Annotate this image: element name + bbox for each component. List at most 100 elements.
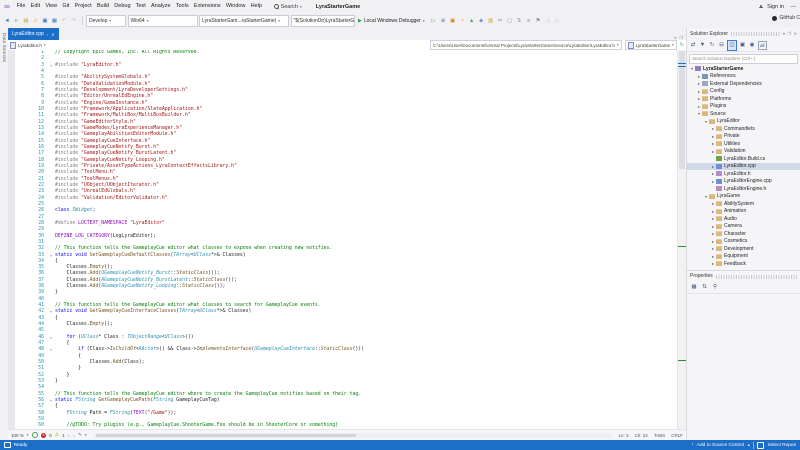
tree-item-plugins[interactable]: ▸Plugins: [687, 103, 800, 111]
tree-item-lyragame[interactable]: ▾LyraGame: [687, 193, 800, 201]
cut-icon[interactable]: ✂: [496, 16, 504, 25]
tree-item-platforms[interactable]: ▸Platforms: [687, 95, 800, 103]
menu-test[interactable]: Test: [133, 0, 148, 13]
tree-item-lyraeditor-h[interactable]: ▸LyraEditor.h: [687, 170, 800, 178]
debug-arguments-combo[interactable]: "$(SolutionDir)LyraStarterG▾: [291, 15, 355, 27]
error-count[interactable]: 0: [49, 433, 52, 438]
next-bookmark-icon[interactable]: ▷: [553, 16, 561, 25]
tree-item-references[interactable]: ▸References: [687, 73, 800, 81]
tree-item-development[interactable]: ▸Development: [687, 245, 800, 253]
properties-header[interactable]: Properties: [687, 271, 800, 282]
github-copilot-badge[interactable]: GitHub C: [772, 15, 800, 21]
window-position-icon[interactable]: ▾: [783, 31, 785, 36]
code-editor[interactable]: 1// Copyright Epic Games, Inc. All Right…: [8, 50, 678, 430]
menu-analyze[interactable]: Analyze: [148, 0, 173, 13]
add-to-source-control-button[interactable]: Add to Source Control: [697, 443, 744, 448]
tree-item-abilitysystem[interactable]: ▸AbilitySystem: [687, 200, 800, 208]
breakpoint-margin[interactable]: [8, 50, 15, 430]
edit-markers-icon[interactable]: ✎: [78, 432, 82, 438]
attach-to-process-icon[interactable]: ⊕: [439, 16, 447, 25]
navigate-back-icon[interactable]: ◄: [3, 16, 11, 25]
editor-horizontal-scrollbar[interactable]: [94, 433, 612, 438]
categorized-icon[interactable]: ▦: [690, 283, 698, 292]
comment-icon[interactable]: ▥: [487, 16, 495, 25]
menu-view[interactable]: View: [43, 0, 60, 13]
menu-help[interactable]: Help: [248, 0, 265, 13]
menu-file[interactable]: File: [14, 0, 28, 13]
menu-build[interactable]: Build: [94, 0, 111, 13]
document-health-icon[interactable]: [32, 432, 39, 439]
tree-item-camera[interactable]: ▸Camera: [687, 223, 800, 231]
find-in-files-icon[interactable]: ◈: [477, 16, 485, 25]
preview-selected-icon[interactable]: ◉: [748, 41, 756, 50]
properties-page-icon[interactable]: ▣: [739, 41, 747, 50]
startup-project-combo[interactable]: LyraStarterGam...raStarterGame)▾: [199, 15, 289, 27]
prev-bookmark-icon[interactable]: ◁: [544, 16, 552, 25]
bookmark-icon[interactable]: ⚑: [534, 16, 542, 25]
menu-extensions[interactable]: Extensions: [191, 0, 223, 13]
tree-item-private[interactable]: ▸Private: [687, 133, 800, 141]
save-icon[interactable]: ▣: [41, 16, 49, 25]
line-up-icon[interactable]: ⇅: [515, 16, 523, 25]
drag-handle[interactable]: [716, 275, 797, 279]
tree-item-cosmetics[interactable]: ▸Cosmetics: [687, 238, 800, 246]
zoom-level-combo[interactable]: 100 %: [11, 433, 24, 438]
open-file-icon[interactable]: ▱: [32, 16, 40, 25]
menu-edit[interactable]: Edit: [28, 0, 43, 13]
profiler-icon[interactable]: ◔: [458, 16, 466, 25]
pin-tab-icon[interactable]: ▫: [47, 32, 48, 37]
warning-count[interactable]: 1: [62, 433, 65, 438]
tree-item-commandlets[interactable]: ▸Commandlets: [687, 125, 800, 133]
new-file-icon[interactable]: ▤: [22, 16, 30, 25]
tree-item-lyraeditorengine-cpp[interactable]: ▸LyraEditorEngine.cpp: [687, 178, 800, 186]
tree-item-feedback[interactable]: ▸Feedback: [687, 260, 800, 268]
start-without-debugging-icon[interactable]: ▷: [430, 16, 438, 25]
switch-views-icon[interactable]: ⇄: [689, 41, 697, 50]
editor-vertical-scrollbar[interactable]: [677, 50, 686, 430]
tree-item-utilities[interactable]: ▸Utilities: [687, 140, 800, 148]
close-panel-icon[interactable]: ✕: [794, 31, 797, 36]
drag-handle[interactable]: [731, 32, 780, 36]
property-search-icon[interactable]: ⚲: [711, 283, 719, 292]
show-all-toggle[interactable]: all: [758, 41, 768, 50]
float-window-icon[interactable]: ❐: [788, 31, 792, 36]
tree-item-external-dependencies[interactable]: ▸External Dependencies: [687, 80, 800, 88]
active-document-dropdown[interactable]: LyraEditor.h ▾: [10, 42, 46, 49]
search-box[interactable]: Search ▾: [274, 4, 302, 10]
tree-item-audio[interactable]: ▸Audio: [687, 215, 800, 223]
menu-git[interactable]: Git: [60, 0, 72, 13]
tree-item-lyraeditorengine-h[interactable]: LyraEditorEngine.h: [687, 185, 800, 193]
feedback-icon[interactable]: [4, 442, 11, 448]
alphabetical-icon[interactable]: ⇅: [701, 283, 709, 292]
scrollbar-thumb[interactable]: [679, 51, 685, 169]
sync-with-active-document-icon[interactable]: ◫: [727, 40, 737, 51]
paste-icon[interactable]: ▢: [506, 16, 514, 25]
refresh-icon[interactable]: ↻: [708, 41, 716, 50]
menu-debug[interactable]: Debug: [112, 0, 133, 13]
document-path-combo[interactable]: C:\Users\User\Documents\Unreal Projects\…: [430, 40, 622, 50]
scrollbar-thumb[interactable]: [96, 434, 356, 437]
eol-indicator[interactable]: CRLF: [671, 433, 683, 438]
solution-explorer-search-input[interactable]: Search Solution Explorer (Ctrl+;): [689, 54, 798, 64]
tab-lyraeditor-cpp[interactable]: LyraEditor.cpp ▫ ✕: [8, 28, 59, 40]
tree-item-animation[interactable]: ▸Animation: [687, 208, 800, 216]
project-context-combo[interactable]: LyraStarterGame▾: [625, 40, 677, 50]
save-all-icon[interactable]: ▦: [51, 16, 59, 25]
next-issue-icon[interactable]: ↓: [73, 433, 75, 438]
tree-item-source[interactable]: ▾Source: [687, 110, 800, 118]
sync-namespaces-icon[interactable]: ↻: [680, 42, 684, 48]
line-indicator[interactable]: Ln: 3: [619, 433, 629, 438]
solution-explorer-header[interactable]: Solution Explorer ▾ ❐ ✕: [687, 28, 800, 39]
tree-item-lyraeditor[interactable]: ▾LyraEditor: [687, 118, 800, 126]
build-selection-icon[interactable]: ▣: [449, 16, 457, 25]
collapse-all-icon[interactable]: ⊟: [718, 41, 726, 50]
tree-item-lyraeditor-build-cs[interactable]: LyraEditor.Build.cs: [687, 155, 800, 163]
select-repository-button[interactable]: Select Repos: [767, 443, 796, 448]
menu-project[interactable]: Project: [72, 0, 94, 13]
tree-item-lyrastartergame[interactable]: ▾LyraStarterGame: [687, 65, 800, 73]
tree-item-equipment[interactable]: ▸Equipment: [687, 253, 800, 261]
minimize-button[interactable]: —: [788, 4, 798, 10]
tree-item-character[interactable]: ▸Character: [687, 230, 800, 238]
previous-issue-icon[interactable]: ↑: [68, 433, 70, 438]
start-debugging-button[interactable]: ▶ Local Windows Debugger▾: [356, 16, 427, 26]
